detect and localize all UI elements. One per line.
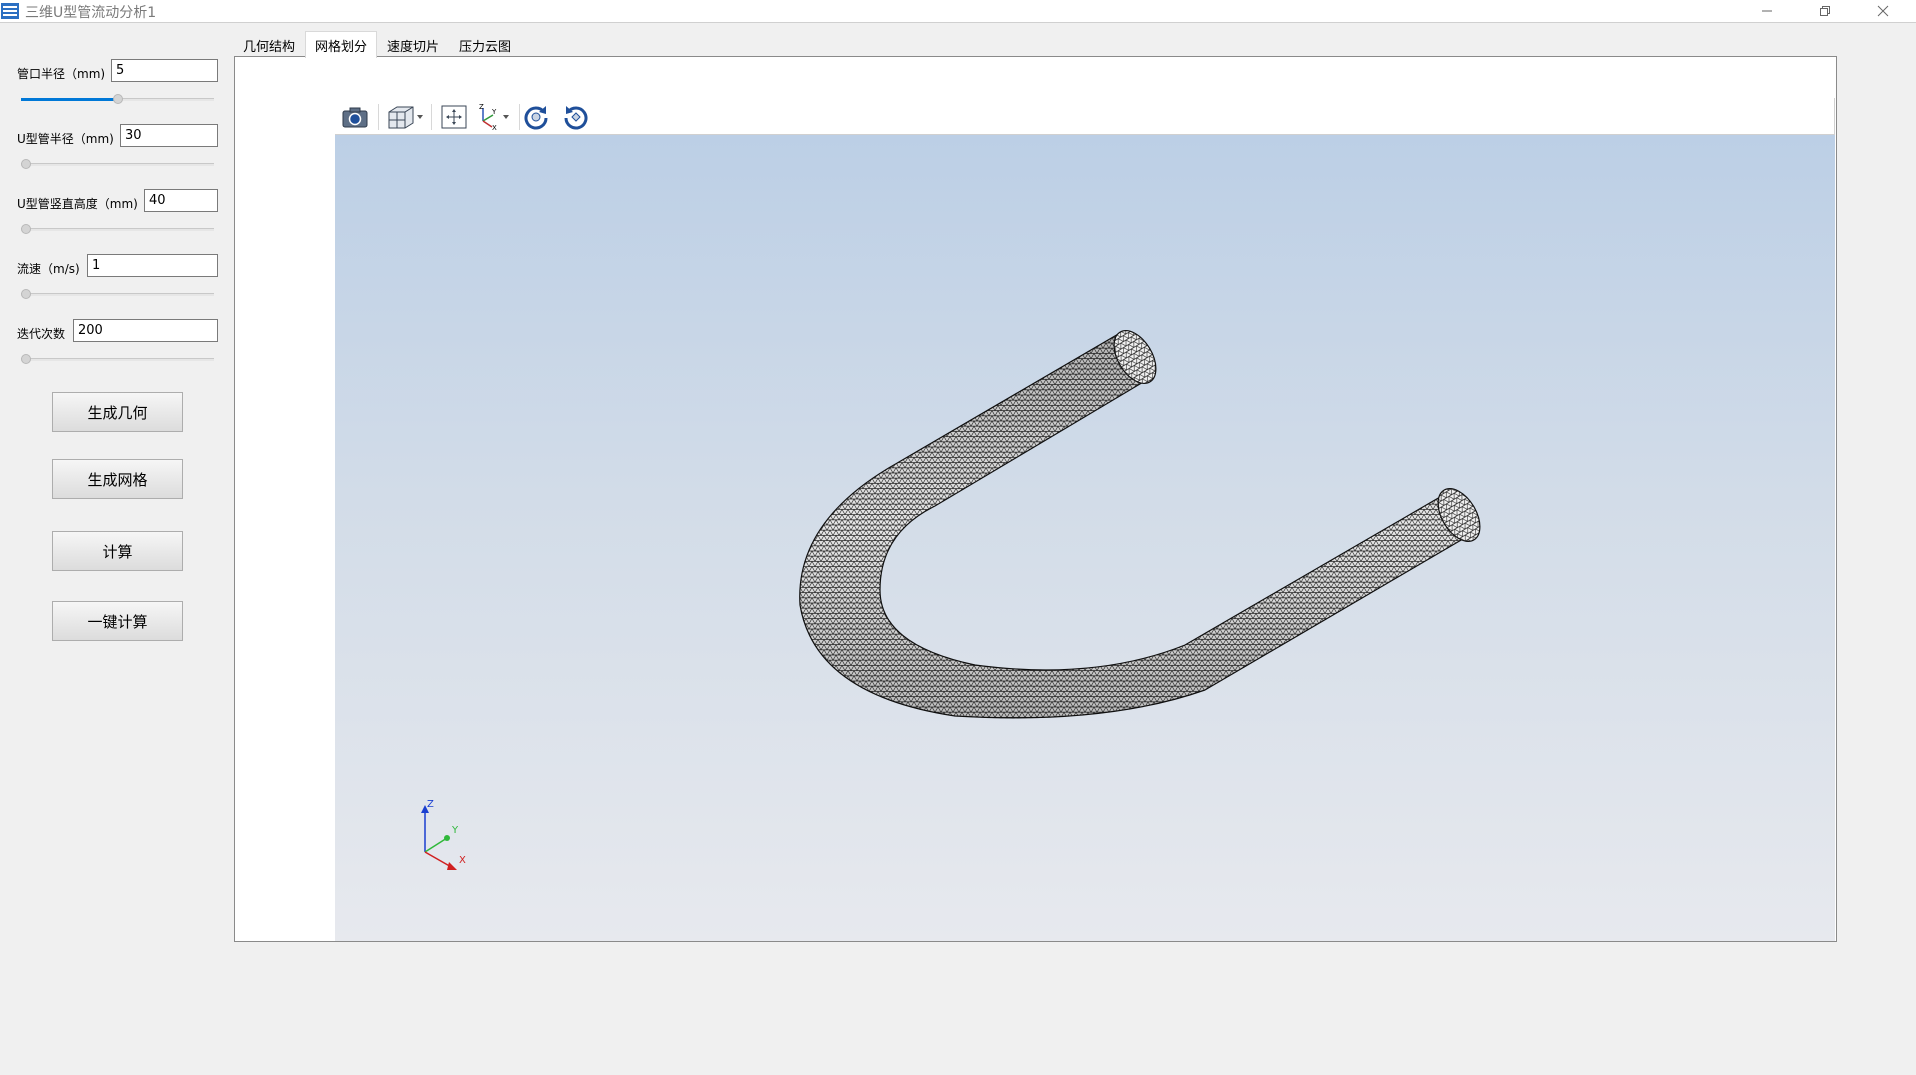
fit-view-icon xyxy=(441,105,467,129)
compute-button[interactable]: 计算 xyxy=(52,531,183,571)
rotate-ccw-icon xyxy=(564,106,588,130)
param-pipe-radius: 管口半径（mm) 5 xyxy=(0,59,230,109)
pipe-radius-input[interactable]: 5 xyxy=(111,59,218,82)
slider-fill xyxy=(21,98,118,101)
pipe-radius-slider[interactable] xyxy=(21,93,214,107)
tab-pressure-contour[interactable]: 压力云图 xyxy=(454,33,516,57)
u-height-slider[interactable] xyxy=(21,223,214,237)
camera-icon xyxy=(342,107,368,128)
generate-geometry-button[interactable]: 生成几何 xyxy=(52,392,183,432)
viewer-toolbar: Z Y X xyxy=(335,98,1835,135)
restore-button[interactable] xyxy=(1800,0,1850,22)
toolbar-separator xyxy=(431,104,432,130)
tab-velocity-slice[interactable]: 速度切片 xyxy=(382,33,444,57)
axes-dropdown[interactable]: Z Y X xyxy=(473,102,515,132)
slider-track xyxy=(21,358,214,361)
slider-track xyxy=(21,293,214,296)
minimize-button[interactable] xyxy=(1742,0,1792,22)
viewer-scene[interactable]: Z Y X xyxy=(335,135,1835,941)
u-height-input[interactable]: 40 xyxy=(144,189,218,212)
param-flow-speed: 流速（m/s) 1 xyxy=(0,254,230,304)
axis-x-label: X xyxy=(459,855,466,866)
slider-track xyxy=(21,163,214,166)
u-height-label: U型管竖直高度（mm) xyxy=(17,197,138,211)
axes-icon: Z Y X xyxy=(479,103,509,131)
svg-text:Y: Y xyxy=(491,108,497,116)
svg-text:Z: Z xyxy=(479,103,484,111)
one-click-compute-button[interactable]: 一键计算 xyxy=(52,601,183,641)
axis-triad xyxy=(421,805,457,870)
fit-view-button[interactable] xyxy=(438,102,470,132)
rotate-clockwise-button[interactable] xyxy=(520,102,552,132)
view-cube-dropdown[interactable] xyxy=(385,102,425,132)
minimize-icon xyxy=(1762,10,1772,12)
param-u-height: U型管竖直高度（mm) 40 xyxy=(0,189,230,239)
slider-thumb[interactable] xyxy=(112,94,123,104)
flow-speed-slider[interactable] xyxy=(21,288,214,302)
u-radius-input[interactable]: 30 xyxy=(120,124,218,147)
u-pipe-mesh: Z Y X xyxy=(421,330,1481,870)
rotate-counterclockwise-button[interactable] xyxy=(560,102,592,132)
rotate-cw-icon xyxy=(524,106,548,130)
generate-mesh-button[interactable]: 生成网格 xyxy=(52,459,183,499)
screenshot-button[interactable] xyxy=(339,102,371,132)
mesh-viewer[interactable]: Z Y X Z Y X xyxy=(335,98,1835,941)
param-u-radius: U型管半径（mm) 30 xyxy=(0,124,230,174)
slider-thumb[interactable] xyxy=(21,354,31,364)
view-cube-icon xyxy=(388,106,423,129)
title-bar-divider xyxy=(0,22,1916,23)
app-icon xyxy=(1,3,19,19)
u-radius-slider[interactable] xyxy=(21,158,214,172)
close-button[interactable] xyxy=(1858,0,1908,22)
slider-thumb[interactable] xyxy=(21,289,31,299)
title-bar: 三维U型管流动分析1 xyxy=(0,0,1916,22)
window-title: 三维U型管流动分析1 xyxy=(25,5,157,21)
slider-thumb[interactable] xyxy=(21,224,31,234)
flow-speed-label: 流速（m/s) xyxy=(17,262,80,276)
svg-text:X: X xyxy=(492,124,497,131)
slider-track xyxy=(21,228,214,231)
iterations-label: 迭代次数 xyxy=(17,327,66,341)
tab-geometry[interactable]: 几何结构 xyxy=(238,33,300,57)
slider-thumb[interactable] xyxy=(21,159,31,169)
iterations-slider[interactable] xyxy=(21,353,214,367)
iterations-input[interactable]: 200 xyxy=(73,319,218,342)
axis-z-label: Z xyxy=(427,799,434,810)
tab-mesh[interactable]: 网格划分 xyxy=(305,31,377,58)
u-radius-label: U型管半径（mm) xyxy=(17,132,114,146)
param-iterations: 迭代次数 200 xyxy=(0,319,230,369)
axis-y-label: Y xyxy=(451,825,459,836)
close-icon xyxy=(1877,5,1889,17)
pipe-radius-label: 管口半径（mm) xyxy=(17,67,106,81)
restore-icon xyxy=(1820,6,1830,16)
flow-speed-input[interactable]: 1 xyxy=(87,254,218,277)
toolbar-separator xyxy=(378,104,379,130)
